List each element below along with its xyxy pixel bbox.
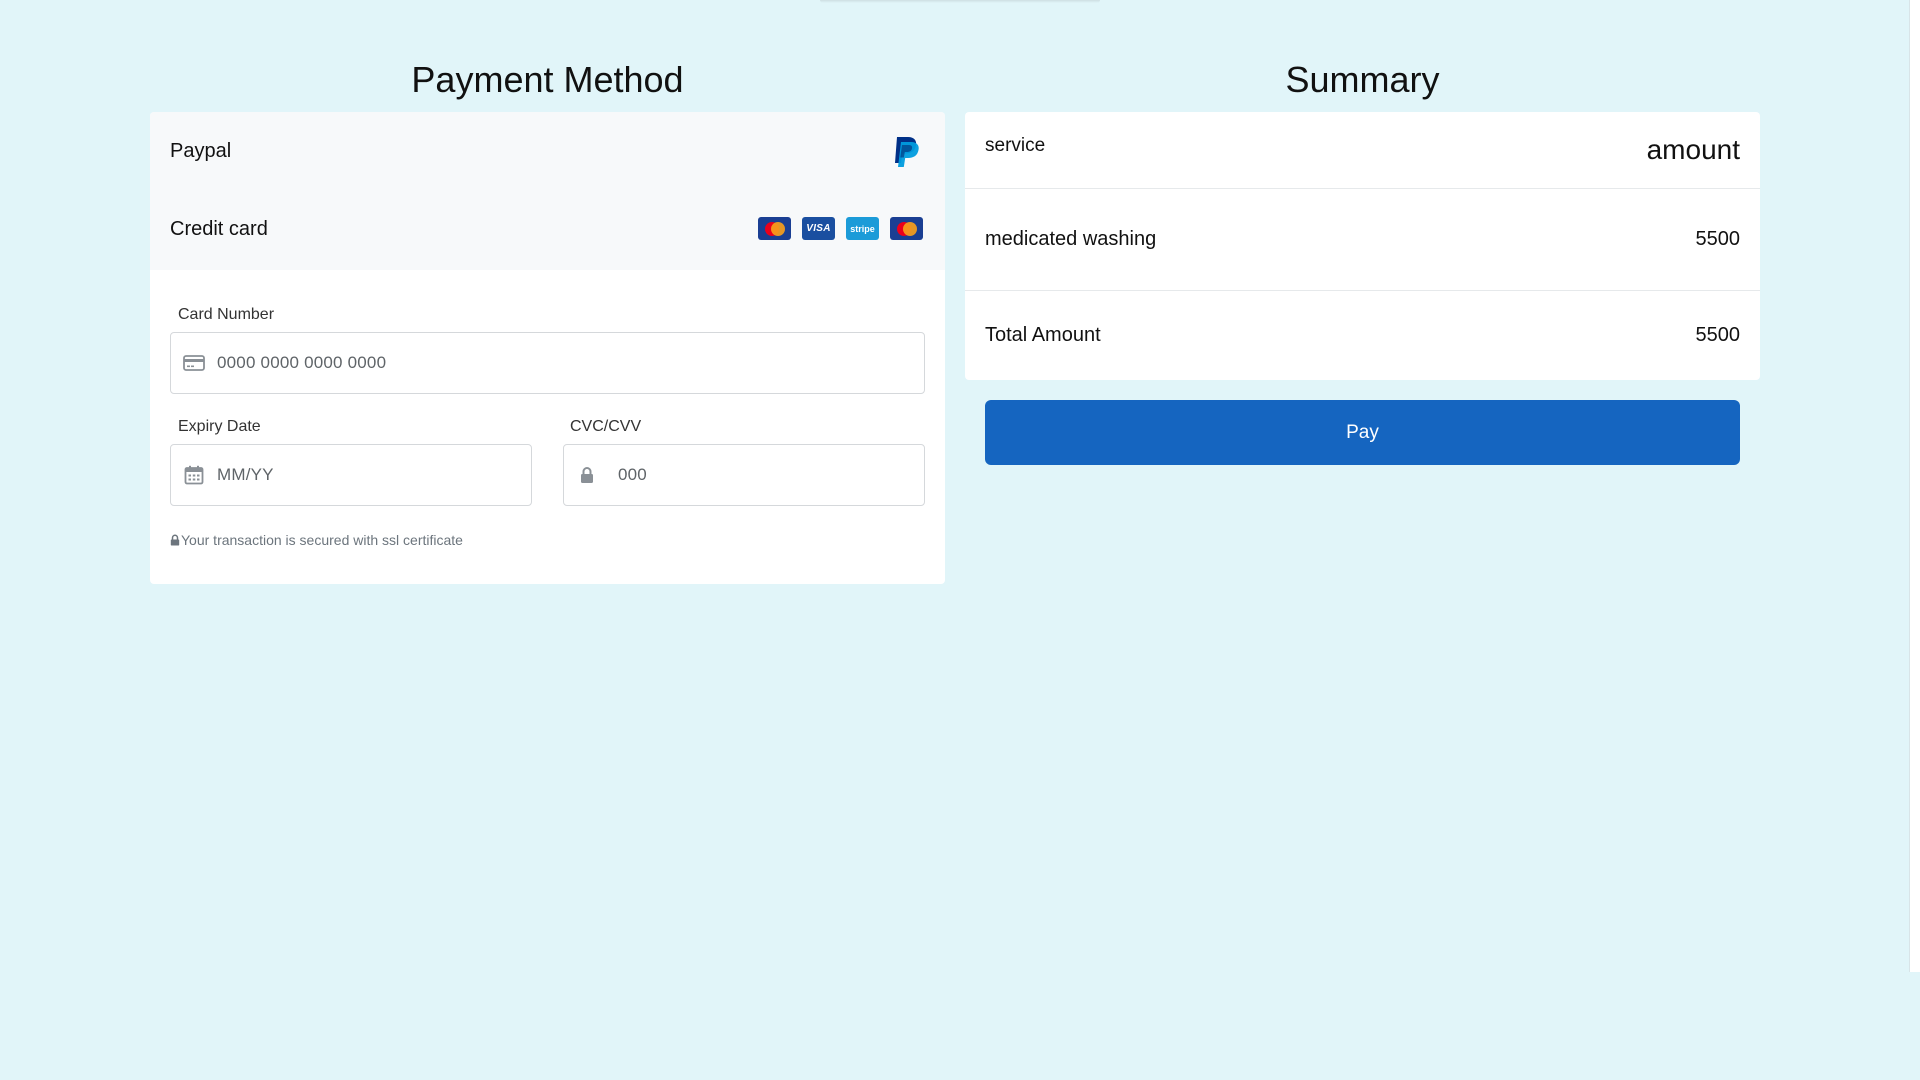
ssl-note-text: Your transaction is secured with ssl cer… (181, 532, 463, 548)
card-number-label: Card Number (178, 306, 275, 323)
payment-methods: Paypal Credit card VISA stripe (150, 112, 945, 270)
method-paypal-label: Paypal (170, 139, 232, 162)
visa-icon: VISA (802, 217, 835, 240)
card-number-input[interactable]: 0000 0000 0000 0000 (170, 332, 925, 394)
summary-header-service: service (985, 135, 1046, 156)
expiry-date-label: Expiry Date (178, 418, 261, 435)
top-shadow (820, 0, 1100, 3)
expiry-date-placeholder: MM/YY (217, 465, 274, 484)
summary-item-amount: 5500 (1695, 228, 1741, 250)
paypal-icon (895, 137, 919, 167)
method-paypal[interactable]: Paypal (150, 112, 945, 190)
summary-header-amount: amount (1646, 134, 1740, 165)
summary-card: service amount medicated washing 5500 To… (965, 112, 1760, 380)
summary-item-service: medicated washing (985, 228, 1157, 250)
lock-icon (576, 464, 598, 486)
cvc-input[interactable]: 000 (563, 444, 925, 506)
summary-total-label: Total Amount (985, 324, 1101, 346)
summary-title: Summary (1285, 59, 1440, 100)
method-credit-card[interactable]: Credit card VISA stripe (150, 190, 945, 268)
cvc-placeholder: 000 (618, 465, 647, 484)
expiry-date-input[interactable]: MM/YY (170, 444, 532, 506)
card-number-placeholder: 0000 0000 0000 0000 (217, 353, 387, 372)
ssl-note: Your transaction is secured with ssl cer… (170, 532, 463, 548)
pay-button[interactable]: Pay (985, 400, 1740, 465)
card-logos: VISA stripe (758, 217, 923, 240)
mastercard-icon (890, 217, 923, 240)
summary-total-row: Total Amount 5500 (965, 291, 1760, 380)
scrollbar[interactable] (1908, 0, 1920, 1080)
ssl-lock-icon (170, 534, 180, 546)
stripe-icon: stripe (846, 217, 879, 240)
summary-header-row: service amount (965, 112, 1760, 189)
method-credit-card-label: Credit card (170, 217, 268, 240)
summary-total-amount: 5500 (1695, 324, 1741, 346)
calendar-icon (183, 464, 205, 486)
page: Payment Method Paypal Credit card VISA s… (0, 0, 1920, 1080)
cvc-label: CVC/CVV (570, 418, 642, 435)
payment-card: Paypal Credit card VISA stripe Card Numb… (150, 112, 945, 584)
credit-card-icon (183, 352, 205, 374)
summary-item-row: medicated washing 5500 (965, 189, 1760, 291)
payment-method-title: Payment Method (411, 59, 684, 100)
mastercard-icon (758, 217, 791, 240)
scrollbar-thumb[interactable] (1909, 0, 1920, 972)
